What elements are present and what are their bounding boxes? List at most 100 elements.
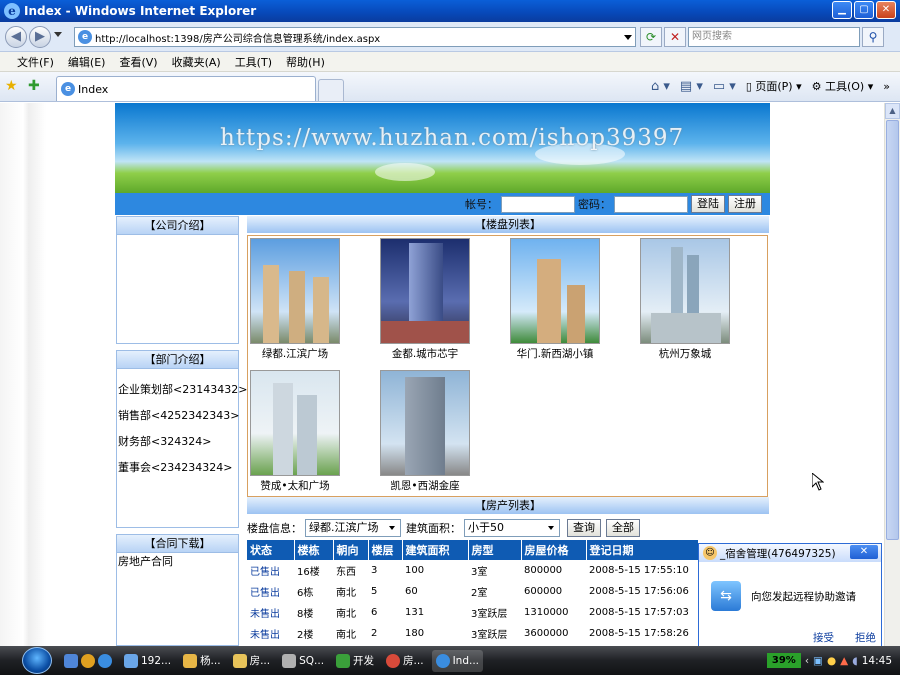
menu-favorites[interactable]: 收藏夹(A): [172, 54, 221, 70]
scroll-up-arrow-icon[interactable]: ▲: [885, 103, 900, 119]
feeds-icon[interactable]: ▤ ▾: [680, 79, 703, 94]
building-card[interactable]: 华门.新西湖小镇: [510, 238, 620, 361]
building-card[interactable]: 金都.城市芯宇: [380, 238, 490, 361]
show-all-button[interactable]: 全部: [606, 519, 640, 537]
building-card[interactable]: 绿都.江滨广场: [250, 238, 360, 361]
building-grid: 绿都.江滨广场 金都.城市芯宇 华门.新西湖小镇 杭州万象城 赞成•太和广场 凯…: [247, 235, 768, 497]
building-name[interactable]: 绿都.江滨广场: [250, 346, 340, 361]
add-favorite-icon[interactable]: ✚: [28, 78, 40, 94]
department-item[interactable]: 企业策划部<23143432>: [117, 377, 247, 403]
cpu-meter[interactable]: 39%: [766, 653, 801, 668]
refresh-button[interactable]: ⟳: [640, 27, 662, 47]
building-photo[interactable]: [640, 238, 730, 344]
history-dropdown-icon[interactable]: [54, 32, 62, 37]
show-desktop-icon[interactable]: [64, 653, 78, 668]
department-panel-title: 【部门介绍】: [117, 351, 238, 369]
popup-close-icon[interactable]: ✕: [850, 545, 878, 559]
reject-link[interactable]: 拒绝: [855, 630, 876, 645]
popup-message: 向您发起远程协助邀请: [751, 591, 856, 603]
department-item[interactable]: 董事会<234234324>: [117, 455, 238, 481]
tray-expand-icon[interactable]: ‹: [805, 655, 809, 667]
tools-menu-button[interactable]: ⚙ 工具(O) ▾: [812, 78, 874, 94]
building-photo[interactable]: [380, 370, 470, 476]
favorites-star-icon[interactable]: ★: [5, 78, 18, 94]
network-icon[interactable]: ▣: [813, 655, 823, 667]
security-icon[interactable]: ▲: [840, 655, 848, 667]
new-tab-button[interactable]: [318, 79, 344, 101]
back-button[interactable]: ◀: [5, 26, 27, 48]
status-link[interactable]: 已售出: [247, 560, 294, 581]
close-button[interactable]: ✕: [876, 1, 896, 19]
start-button[interactable]: [22, 647, 52, 674]
taskbar-item[interactable]: 192...: [120, 650, 175, 672]
menu-tools[interactable]: 工具(T): [235, 54, 272, 70]
tab-bar: ★ ✚ e Index ⌂ ▾ ▤ ▾ ▭ ▾ ▯ 页面(P) ▾ ⚙ 工具(O…: [0, 72, 900, 102]
taskbar-item-active[interactable]: Ind...: [431, 649, 483, 672]
status-link[interactable]: 已售出: [247, 581, 294, 602]
ie-launch-icon[interactable]: [98, 653, 112, 668]
print-icon[interactable]: ▭ ▾: [713, 79, 736, 94]
department-item[interactable]: 财务部<324324>: [117, 429, 238, 455]
menu-help[interactable]: 帮助(H): [286, 54, 325, 70]
accept-link[interactable]: 接受: [813, 630, 834, 645]
building-photo[interactable]: [250, 238, 340, 344]
table-row: 未售出 8楼 南北 6 131 3室跃层 1310000 2008-5-15 1…: [247, 602, 698, 623]
taskbar-item[interactable]: 开发: [332, 650, 378, 672]
status-link[interactable]: 未售出: [247, 602, 294, 623]
column-header: 状态: [247, 540, 295, 560]
vertical-scrollbar[interactable]: ▲: [884, 103, 900, 646]
more-commands-icon[interactable]: »: [883, 80, 890, 93]
taskbar-item[interactable]: 房...: [382, 650, 428, 672]
building-name[interactable]: 华门.新西湖小镇: [510, 346, 600, 361]
home-icon[interactable]: ⌂ ▾: [651, 79, 670, 94]
table-cell: 南北: [336, 609, 356, 620]
tray-app-icon[interactable]: ●: [827, 655, 836, 667]
building-photo[interactable]: [380, 238, 470, 344]
url-dropdown-icon[interactable]: [624, 35, 632, 40]
tab-index[interactable]: e Index: [56, 76, 316, 101]
password-input[interactable]: [614, 195, 688, 213]
quick-launch-icon[interactable]: [81, 653, 95, 668]
table-cell: 南北: [336, 630, 356, 641]
taskbar-item[interactable]: SQ...: [278, 650, 328, 672]
building-list-title: 【楼盘列表】: [247, 216, 769, 233]
task-label: 杨...: [200, 655, 221, 667]
clock[interactable]: 14:45: [862, 655, 892, 667]
command-bar: ⌂ ▾ ▤ ▾ ▭ ▾ ▯ 页面(P) ▾ ⚙ 工具(O) ▾ »: [651, 78, 890, 94]
taskbar-item[interactable]: 房...: [229, 650, 275, 672]
building-name[interactable]: 金都.城市芯宇: [380, 346, 470, 361]
area-select[interactable]: 小于50: [464, 519, 560, 537]
building-card[interactable]: 凯恩•西湖金座: [380, 370, 490, 493]
url-input[interactable]: e http://localhost:1398/房产公司综合信息管理系统/ind…: [74, 27, 636, 47]
account-input[interactable]: [501, 195, 575, 213]
taskbar-item[interactable]: 杨...: [179, 650, 225, 672]
building-card[interactable]: 杭州万象城: [640, 238, 750, 361]
maximize-button[interactable]: ▢: [854, 1, 874, 19]
volume-icon[interactable]: ◖: [852, 655, 858, 667]
building-card[interactable]: 赞成•太和广场: [250, 370, 360, 493]
search-input[interactable]: 网页搜索: [688, 27, 860, 47]
building-name[interactable]: 凯恩•西湖金座: [380, 478, 470, 493]
building-select[interactable]: 绿都.江滨广场: [305, 519, 401, 537]
building-photo[interactable]: [250, 370, 340, 476]
menu-edit[interactable]: 编辑(E): [68, 54, 106, 70]
building-photo[interactable]: [510, 238, 600, 344]
site-banner: https://www.huzhan.com/ishop39397: [115, 103, 770, 193]
status-link[interactable]: 未售出: [247, 623, 294, 644]
menu-file[interactable]: 文件(F): [17, 54, 54, 70]
building-name[interactable]: 杭州万象城: [640, 346, 730, 361]
stop-button[interactable]: ✕: [664, 27, 686, 47]
page-menu-button[interactable]: ▯ 页面(P) ▾: [746, 78, 802, 94]
menu-view[interactable]: 查看(V): [119, 54, 157, 70]
department-item[interactable]: 销售部<4252342343>: [117, 403, 239, 429]
contract-download-link[interactable]: 房地产合同: [117, 553, 238, 569]
scroll-thumb[interactable]: [886, 120, 899, 540]
forward-button[interactable]: ▶: [29, 26, 51, 48]
login-button[interactable]: 登陆: [691, 195, 725, 213]
query-button[interactable]: 查询: [567, 519, 601, 537]
search-button[interactable]: ⚲: [862, 27, 884, 47]
building-name[interactable]: 赞成•太和广场: [250, 478, 340, 493]
minimize-button[interactable]: ▁: [832, 1, 852, 19]
app-icon: [386, 653, 401, 668]
register-button[interactable]: 注册: [728, 195, 762, 213]
